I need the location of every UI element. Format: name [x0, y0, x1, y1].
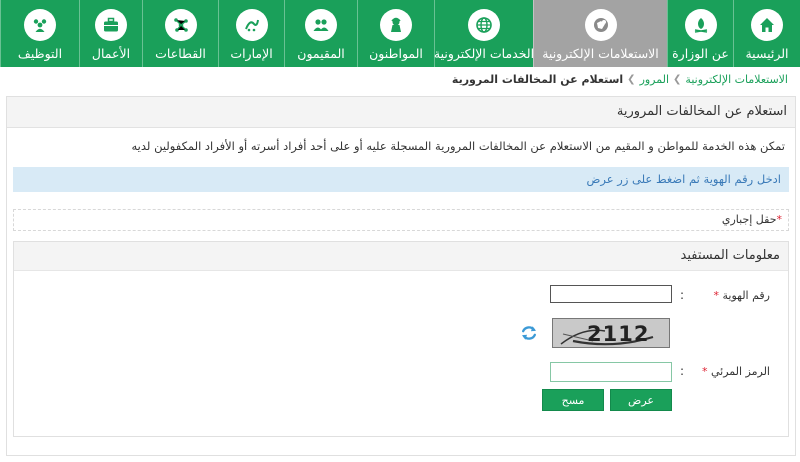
id-number-label: رقم الهوية * [713, 289, 770, 302]
nav-item-6[interactable]: الإمارات [218, 0, 284, 67]
citizen-icon [380, 9, 412, 41]
colon: : [679, 364, 684, 378]
briefcase-icon [95, 9, 127, 41]
sectors-icon [164, 9, 197, 41]
ministry-emblem-icon [684, 9, 717, 41]
nav-item-label: الرئيسية [745, 46, 789, 61]
nav-item-1[interactable]: عن الوزارة [667, 0, 733, 67]
nav-item-label: الخدمات الإلكترونية [433, 46, 535, 61]
nav-item-label: الأعمال [91, 46, 131, 61]
required-star: * [776, 213, 783, 226]
service-description: تمكن هذه الخدمة للمواطن و المقيم من الاس… [131, 139, 785, 153]
breadcrumb: الاستعلامات الإلكترونية ❯ المرور ❯ استعل… [452, 73, 788, 86]
breadcrumb-item-current: استعلام عن المخالفات المرورية [451, 73, 624, 86]
top-navigation: الرئيسية عن الوزارة الاستعلامات الإلكتروني… [0, 0, 800, 67]
nav-item-label: الاستعلامات الإلكترونية [542, 46, 659, 61]
nav-item-7[interactable]: القطاعات [142, 0, 218, 67]
nav-item-3[interactable]: الخدمات الإلكترونية [433, 0, 535, 67]
globe-icon [468, 9, 500, 41]
breadcrumb-item-traffic[interactable]: المرور [640, 73, 669, 86]
instruction-banner: ادخل رقم الهوية ثم اضغط على زر عرض [13, 167, 789, 192]
captcha-image: 2112 [552, 318, 670, 348]
home-icon [751, 9, 783, 41]
nav-item-5[interactable]: المقيمون [284, 0, 357, 67]
visual-code-label-text: الرمز المرئي [710, 365, 770, 378]
inquiry-icon [584, 9, 617, 41]
colon: : [679, 288, 684, 302]
page-panel: استعلام عن المخالفات المرورية تمكن هذه ا… [6, 96, 796, 456]
id-number-label-text: رقم الهوية [722, 289, 770, 302]
nav-item-label: المواطنون [369, 46, 423, 61]
beneficiary-info-section: معلومات المستفيد رقم الهوية * : 2112 الر… [13, 241, 789, 437]
nav-item-9[interactable]: التوظيف [0, 0, 79, 67]
refresh-captcha-icon[interactable] [520, 324, 538, 342]
required-field-note: *حقل إجباري [13, 209, 789, 231]
nav-item-label: القطاعات [155, 46, 206, 61]
clear-button[interactable]: مسح [542, 389, 604, 411]
emirates-icon [235, 9, 268, 41]
employment-icon [24, 9, 56, 41]
page-title: استعلام عن المخالفات المرورية [7, 97, 795, 128]
required-note-text: حقل إجباري [721, 213, 777, 226]
required-star: * [701, 365, 708, 378]
nav-item-8[interactable]: الأعمال [79, 0, 142, 67]
breadcrumb-separator-icon: ❯ [627, 74, 636, 85]
nav-item-label: الإمارات [230, 46, 273, 61]
visual-code-label: الرمز المرئي * [702, 365, 770, 378]
residents-icon [305, 9, 337, 41]
id-number-input[interactable] [550, 285, 672, 303]
visual-code-input[interactable] [550, 362, 672, 382]
breadcrumb-item-inquiries[interactable]: الاستعلامات الإلكترونية [685, 73, 788, 86]
nav-item-label: عن الوزارة [672, 46, 729, 61]
nav-item-2[interactable]: الاستعلامات الإلكترونية [533, 0, 667, 67]
breadcrumb-separator-icon: ❯ [673, 74, 682, 85]
required-star: * [713, 289, 719, 302]
nav-item-0[interactable]: الرئيسية [733, 0, 800, 67]
section-title: معلومات المستفيد [14, 242, 788, 271]
nav-item-label: التوظيف [17, 46, 63, 61]
submit-button[interactable]: عرض [610, 389, 672, 411]
nav-item-label: المقيمون [297, 46, 345, 61]
nav-item-4[interactable]: المواطنون [357, 0, 434, 67]
captcha-text: 2112 [587, 322, 650, 346]
